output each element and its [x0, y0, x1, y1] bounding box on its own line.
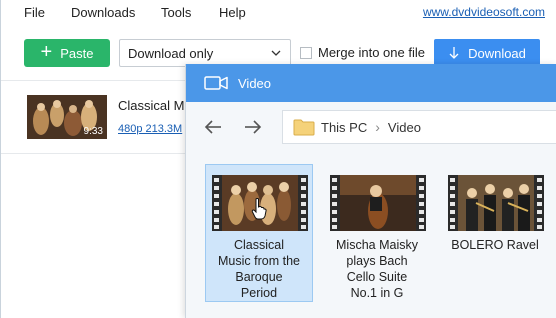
download-label: Download: [468, 45, 526, 61]
arrow-down-icon: [449, 47, 459, 59]
picker-header: Video: [186, 64, 556, 102]
menu-tools[interactable]: Tools: [161, 5, 191, 20]
file-label: Mischa Maisky plays Bach Cello Suite No.…: [336, 238, 418, 300]
format-selected: Download only: [128, 45, 214, 61]
video-picker-window: Video This PC › Video Classical Music fr…: [185, 64, 556, 318]
video-title: Classical M: [118, 98, 185, 113]
path-breadcrumb[interactable]: This PC › Video: [282, 110, 556, 144]
menu-bar: File Downloads Tools Help www.dvdvideoso…: [1, 0, 556, 26]
file-tile-mischa-maisky[interactable]: Mischa Maisky plays Bach Cello Suite No.…: [323, 164, 431, 302]
format-dropdown[interactable]: Download only: [119, 39, 291, 67]
plus-icon: +: [40, 41, 53, 63]
menu-help[interactable]: Help: [219, 5, 246, 20]
picker-title: Video: [238, 75, 272, 91]
website-link[interactable]: www.dvdvideosoft.com: [423, 5, 545, 19]
paste-label: Paste: [60, 45, 94, 61]
file-tile-bolero-ravel[interactable]: BOLERO Ravel: [441, 164, 549, 302]
video-duration: 9:33: [83, 126, 103, 137]
file-tile-classical-music[interactable]: Classical Music from the Baroque Period: [205, 164, 313, 302]
menu-file[interactable]: File: [24, 5, 45, 20]
folder-icon: [293, 119, 315, 136]
film-strip-icon: [330, 175, 426, 231]
arrow-left-icon[interactable]: [203, 118, 223, 136]
file-label: BOLERO Ravel: [451, 238, 539, 252]
chevron-down-icon: [271, 50, 281, 56]
menu-downloads[interactable]: Downloads: [71, 5, 135, 20]
film-strip-icon: [448, 175, 544, 231]
path-segment-video[interactable]: Video: [388, 120, 421, 135]
merge-label: Merge into one file: [318, 45, 425, 60]
arrow-right-icon[interactable]: [243, 118, 263, 136]
navigation-bar: This PC › Video: [186, 102, 556, 154]
file-label: Classical Music from the Baroque Period: [218, 238, 300, 300]
file-grid: Classical Music from the Baroque Period: [186, 162, 556, 318]
paste-button[interactable]: + Paste: [24, 39, 110, 67]
video-format-size[interactable]: 480p 213.3M: [118, 123, 182, 135]
video-thumbnail: 9:33: [27, 95, 107, 139]
chevron-right-icon: ›: [375, 119, 380, 135]
video-camera-icon: [204, 76, 228, 90]
download-button[interactable]: Download: [434, 39, 540, 67]
merge-option[interactable]: Merge into one file: [300, 45, 425, 60]
merge-checkbox[interactable]: [300, 46, 312, 59]
hand-cursor-icon: [251, 198, 267, 220]
path-segment-this-pc[interactable]: This PC: [321, 120, 367, 135]
